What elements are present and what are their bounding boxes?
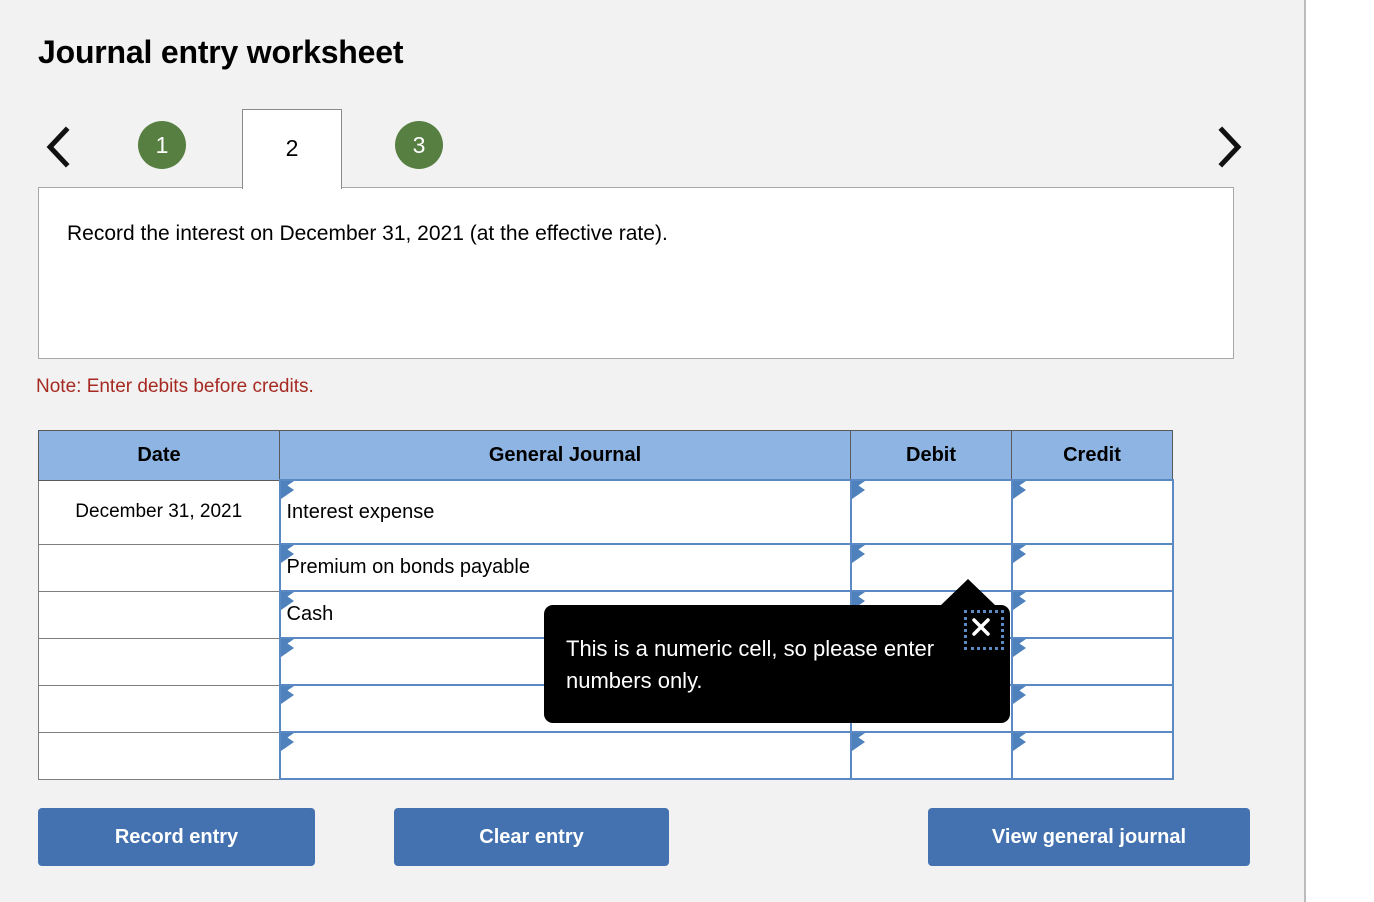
credit-cell[interactable] <box>1010 590 1174 639</box>
content-panel: Journal entry worksheet 1 2 3 Record the… <box>0 0 1306 902</box>
column-header-date: Date <box>38 430 280 481</box>
credit-cell[interactable] <box>1010 479 1174 545</box>
table-row <box>38 731 1174 780</box>
cell-marker-triangle-icon <box>1012 481 1026 499</box>
table-header-row: Date General Journal Debit Credit <box>38 430 1173 481</box>
credit-cell[interactable] <box>1010 637 1174 686</box>
cell-marker-triangle-icon <box>851 733 865 751</box>
cell-marker-triangle-icon <box>1012 639 1026 657</box>
date-cell[interactable] <box>38 684 280 733</box>
cell-marker-triangle-icon <box>280 639 294 657</box>
column-header-debit: Debit <box>850 430 1012 481</box>
validation-tooltip: This is a numeric cell, so please enter … <box>544 579 1010 723</box>
view-general-journal-button[interactable]: View general journal <box>928 808 1250 866</box>
tab-2-active[interactable]: 2 <box>242 109 342 189</box>
record-entry-button[interactable]: Record entry <box>38 808 315 866</box>
column-header-credit: Credit <box>1011 430 1173 481</box>
debit-cell[interactable] <box>849 731 1013 780</box>
page-title: Journal entry worksheet <box>38 34 404 70</box>
tab-strip: 1 2 3 <box>38 108 1246 189</box>
cell-marker-triangle-icon <box>280 733 294 751</box>
page-root: Journal entry worksheet 1 2 3 Record the… <box>0 0 1374 902</box>
chevron-right-icon[interactable] <box>1212 122 1246 172</box>
credit-cell[interactable] <box>1010 731 1174 780</box>
date-cell[interactable] <box>38 543 280 592</box>
instruction-panel: Record the interest on December 31, 2021… <box>38 187 1234 359</box>
cell-marker-triangle-icon <box>280 592 294 610</box>
account-cell[interactable]: Premium on bonds payable <box>278 543 852 592</box>
account-value: Premium on bonds payable <box>286 556 530 578</box>
credit-cell[interactable] <box>1010 684 1174 733</box>
close-x-icon[interactable] <box>964 610 1004 650</box>
clear-entry-button[interactable]: Clear entry <box>394 808 669 866</box>
tab-3[interactable]: 3 <box>395 121 443 169</box>
date-cell[interactable] <box>38 590 280 639</box>
tab-1[interactable]: 1 <box>138 121 186 169</box>
account-cell[interactable]: Interest expense <box>278 479 852 545</box>
table-row: Premium on bonds payable <box>38 543 1174 592</box>
column-header-general-journal: General Journal <box>279 430 851 481</box>
account-value: Interest expense <box>286 500 435 523</box>
cell-marker-triangle-icon <box>280 545 294 563</box>
instruction-text: Record the interest on December 31, 2021… <box>67 222 668 245</box>
table-row: December 31, 2021 Interest expense <box>38 479 1174 545</box>
account-cell[interactable] <box>278 731 852 780</box>
credit-cell[interactable] <box>1010 543 1174 592</box>
cell-marker-triangle-icon <box>851 545 865 563</box>
cell-marker-triangle-icon <box>1012 545 1026 563</box>
chevron-left-icon[interactable] <box>42 122 76 172</box>
tooltip-message: This is a numeric cell, so please enter … <box>566 636 935 693</box>
date-cell[interactable] <box>38 637 280 686</box>
tooltip-arrow <box>940 579 996 606</box>
cell-marker-triangle-icon <box>280 686 294 704</box>
date-cell[interactable]: December 31, 2021 <box>38 479 280 545</box>
cell-marker-triangle-icon <box>851 481 865 499</box>
cell-marker-triangle-icon <box>1012 592 1026 610</box>
date-cell[interactable] <box>38 731 280 780</box>
cell-marker-triangle-icon <box>1012 733 1026 751</box>
debit-cell[interactable] <box>849 479 1013 545</box>
debits-before-credits-note: Note: Enter debits before credits. <box>36 376 314 397</box>
cell-marker-triangle-icon <box>280 481 294 499</box>
cell-marker-triangle-icon <box>1012 686 1026 704</box>
